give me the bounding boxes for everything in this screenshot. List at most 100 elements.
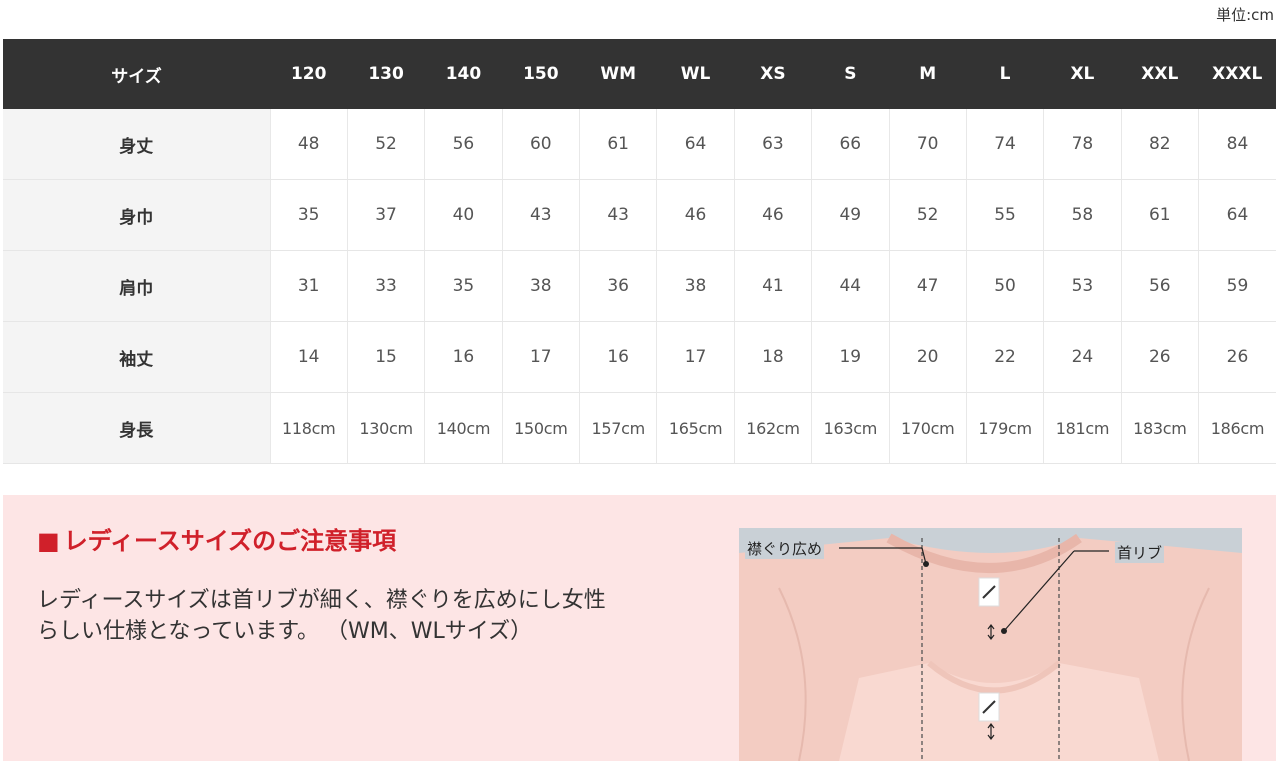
table-cell: 64 [656,109,735,180]
notice-body: レディースサイズは首リブが細く、襟ぐりを広めにし女性 らしい仕様となっています。… [37,585,717,647]
size-header-row: サイズ 120 130 140 150 WM WL XS S M L XL XX… [3,39,1276,109]
table-cell: 16 [578,321,657,393]
collar-label: 襟ぐり広め [745,538,825,559]
row-label: 身長 [3,392,270,464]
table-cell: 15 [346,321,425,393]
size-header: M [889,39,967,109]
table-cell: 36 [578,250,657,322]
size-header: 130 [347,39,425,109]
table-cell: 56 [1120,250,1199,322]
notice-body-line: レディースサイズは首リブが細く、襟ぐりを広めにし女性 [37,588,606,613]
table-cell: 24 [1043,321,1122,393]
table-cell: 18 [733,321,812,393]
table-cell: 31 [269,250,348,322]
table-cell: 140cm [424,392,503,464]
table-cell: 26 [1198,321,1276,393]
size-header: S [811,39,889,109]
table-cell: 17 [501,321,580,393]
table-cell: 46 [733,179,812,251]
table-cell: 165cm [656,392,735,464]
table-cell: 70 [888,109,967,180]
table-cell: 64 [1198,179,1276,251]
notice-title: ■ レディースサイズのご注意事項 [37,521,396,556]
row-label: 身巾 [3,179,270,251]
table-cell: 35 [269,179,348,251]
table-cell: 19 [811,321,889,393]
table-cell: 59 [1198,250,1276,322]
notice-title-text: レディースサイズのご注意事項 [63,527,397,555]
table-cell: 84 [1198,109,1276,180]
table-row: 肩巾 31 33 35 38 36 38 41 44 47 50 53 56 5… [3,250,1276,322]
table-cell: 35 [424,250,503,322]
table-cell: 162cm [733,392,812,464]
square-bullet-icon: ■ [37,527,60,555]
size-header: WL [656,39,735,109]
table-cell: 38 [656,250,735,322]
table-cell: 46 [656,179,735,251]
table-cell: 157cm [578,392,657,464]
table-cell: 26 [1120,321,1199,393]
size-header: XL [1043,39,1122,109]
table-cell: 16 [424,321,503,393]
size-header-corner: サイズ [3,39,270,109]
size-header: 150 [502,39,580,109]
table-cell: 170cm [888,392,967,464]
table-cell: 52 [346,109,425,180]
table-cell: 53 [1043,250,1122,322]
table-row: 身巾 35 37 40 43 43 46 46 49 52 55 58 61 6… [3,179,1276,251]
table-cell: 41 [733,250,812,322]
table-cell: 40 [424,179,503,251]
size-header: XXXL [1198,39,1276,109]
table-cell: 14 [269,321,348,393]
size-header: L [966,39,1044,109]
table-cell: 61 [578,109,657,180]
neck-comparison-photo: 襟ぐり広め 首リブ [739,528,1242,761]
table-cell: 181cm [1043,392,1122,464]
tshirt-photo-illustration [739,533,1242,761]
table-cell: 78 [1043,109,1122,180]
notice-body-line: らしい仕様となっています。 （WM、WLサイズ） [37,619,533,644]
table-cell: 17 [656,321,735,393]
table-cell: 49 [811,179,889,251]
table-cell: 52 [888,179,967,251]
table-cell: 43 [578,179,657,251]
table-cell: 47 [888,250,967,322]
table-cell: 66 [811,109,889,180]
table-cell: 43 [501,179,580,251]
table-cell: 56 [424,109,503,180]
ladies-size-notice: ■ レディースサイズのご注意事項 レディースサイズは首リブが細く、襟ぐりを広めにし… [3,495,1276,761]
table-cell: 60 [501,109,580,180]
table-cell: 55 [965,179,1044,251]
table-cell: 63 [733,109,812,180]
table-cell: 37 [346,179,425,251]
table-cell: 186cm [1198,392,1276,464]
table-cell: 183cm [1120,392,1199,464]
table-cell: 179cm [965,392,1044,464]
table-cell: 44 [811,250,889,322]
row-label: 袖丈 [3,321,270,393]
table-cell: 150cm [501,392,580,464]
size-header: 140 [424,39,503,109]
size-table: サイズ 120 130 140 150 WM WL XS S M L XL XX… [3,39,1276,464]
table-cell: 130cm [346,392,425,464]
table-row: 身長 118cm 130cm 140cm 150cm 157cm 165cm 1… [3,392,1276,464]
table-cell: 20 [888,321,967,393]
table-row: 袖丈 14 15 16 17 16 17 18 19 20 22 24 26 2… [3,321,1276,393]
row-label: 肩巾 [3,250,270,322]
table-cell: 50 [965,250,1044,322]
size-header: XS [734,39,812,109]
table-cell: 48 [269,109,348,180]
size-header: XXL [1121,39,1199,109]
rib-label: 首リブ [1115,542,1165,563]
size-header: WM [579,39,657,109]
table-cell: 58 [1043,179,1122,251]
table-cell: 163cm [811,392,889,464]
size-header: 120 [270,39,348,109]
table-cell: 82 [1120,109,1199,180]
table-cell: 74 [965,109,1044,180]
table-cell: 118cm [269,392,348,464]
unit-label: 単位:cm [1216,6,1274,24]
table-row: 身丈 48 52 56 60 61 64 63 66 70 74 78 82 8… [3,109,1276,180]
table-cell: 61 [1120,179,1199,251]
table-cell: 22 [965,321,1044,393]
